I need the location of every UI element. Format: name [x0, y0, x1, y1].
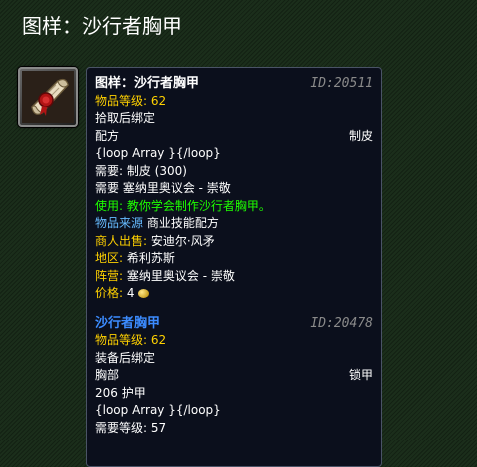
item-level-value: 62 — [150, 93, 167, 108]
faction-label: 阵营: — [95, 268, 124, 283]
item-level-label: 物品等级: — [95, 93, 148, 108]
item-armor-type: 锁甲 — [348, 368, 373, 382]
item-bind: 装备后绑定 — [95, 350, 156, 365]
item-slot-row: 胸部 锁甲 — [95, 367, 373, 385]
source-value: 商业技能配方 — [146, 216, 219, 230]
recipe-type: 配方 — [95, 128, 120, 143]
zone-label: 地区: — [95, 251, 124, 265]
recipe-item-level: 物品等级: 62 — [95, 93, 373, 111]
gold-coin-icon — [137, 289, 149, 298]
item-req-level: 需要等级: 57 — [95, 420, 167, 435]
recipe-id: ID:20511 — [310, 76, 373, 91]
recipe-use-text: 使用: 教你学会制作沙行者胸甲。 — [95, 198, 271, 213]
price-label: 价格: — [95, 286, 124, 300]
recipe-req-skill: 需要: 制皮 (300) — [95, 163, 187, 178]
recipe-profession: 制皮 — [348, 128, 373, 143]
recipe-header: 图样：沙行者胸甲 ID:20511 — [95, 75, 373, 93]
recipe-faction: 阵营: 塞纳里奥议会 - 崇敬 — [95, 268, 373, 286]
source-label: 物品来源 — [95, 216, 144, 230]
recipe-price: 价格: 4 — [95, 285, 373, 303]
recipe-bind: 拾取后绑定 — [95, 111, 156, 125]
item-tooltip: 图样：沙行者胸甲 ID:20511 物品等级: 62 拾取后绑定 配方 制皮 {… — [86, 67, 382, 467]
item-name[interactable]: 沙行者胸甲 — [95, 315, 160, 333]
vendor-value[interactable]: 安迪尔·风矛 — [151, 234, 215, 248]
scroll-icon — [22, 71, 74, 123]
recipe-name[interactable]: 图样：沙行者胸甲 — [95, 75, 199, 93]
recipe-req-rep: 需要 塞纳里奥议会 - 崇敬 — [95, 181, 231, 195]
recipe-loop-text: {loop Array }{/loop} — [95, 146, 221, 160]
faction-value[interactable]: 塞纳里奥议会 - 崇敬 — [127, 269, 235, 283]
item-level-label: 物品等级: — [95, 333, 148, 347]
recipe-vendor: 商人出售: 安迪尔·风矛 — [95, 233, 373, 251]
item-armor: 206 护甲 — [95, 385, 146, 400]
recipe-type-row: 配方 制皮 — [95, 128, 373, 146]
item-item-level: 物品等级: 62 — [95, 332, 373, 350]
zone-value[interactable]: 希利苏斯 — [127, 251, 175, 265]
recipe-zone: 地区: 希利苏斯 — [95, 250, 373, 268]
page-title: 图样：沙行者胸甲 — [22, 14, 182, 38]
item-header: 沙行者胸甲 ID:20478 — [95, 315, 373, 333]
price-value: 4 — [126, 286, 135, 300]
item-slot: 胸部 — [95, 368, 120, 382]
item-id: ID:20478 — [310, 315, 373, 331]
item-level-value: 62 — [150, 333, 167, 347]
recipe-source: 物品来源 商业技能配方 — [95, 215, 373, 233]
vendor-label: 商人出售: — [95, 233, 148, 248]
recipe-scroll-icon[interactable] — [18, 67, 78, 127]
item-loop-text: {loop Array }{/loop} — [95, 403, 221, 417]
